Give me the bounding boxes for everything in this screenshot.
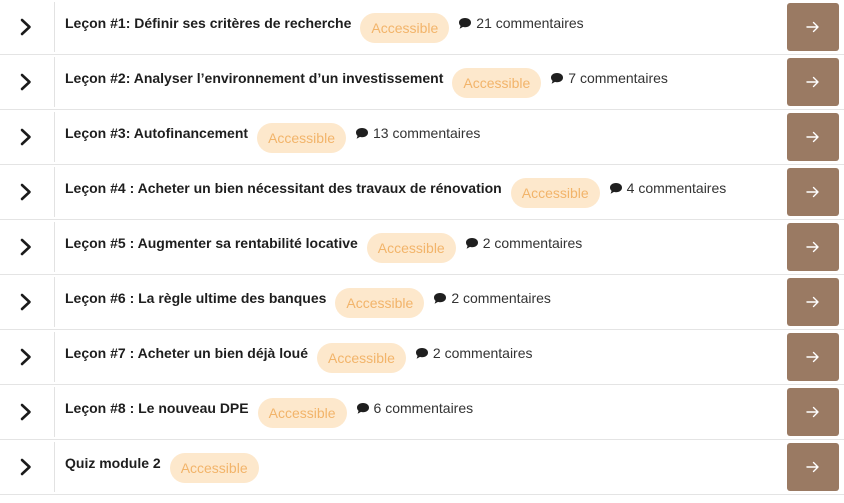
row-divider <box>54 277 55 327</box>
status-badge: Accessible <box>360 13 450 43</box>
comment-count[interactable]: 6 commentaires <box>356 400 474 416</box>
lesson-row: Leçon #1: Définir ses critères de recher… <box>0 0 844 55</box>
arrow-right-icon <box>806 21 819 33</box>
comment-count-label: 2 commentaires <box>432 345 533 361</box>
status-badge: Accessible <box>366 233 456 263</box>
comment-bubble-icon <box>356 402 369 414</box>
lesson-content: Quiz module 2 Accessible <box>65 440 780 494</box>
lesson-content: Leçon #3: Autofinancement Accessible 13 … <box>65 110 780 164</box>
comment-count[interactable]: 2 commentaires <box>465 235 583 251</box>
chevron-right-icon[interactable] <box>17 182 35 202</box>
comment-count[interactable]: 21 commentaires <box>458 15 584 31</box>
comment-count-label: 21 commentaires <box>476 15 584 31</box>
arrow-right-icon <box>806 406 819 418</box>
open-lesson-button[interactable] <box>787 278 839 326</box>
open-lesson-button[interactable] <box>787 388 839 436</box>
comment-bubble-icon <box>465 237 478 249</box>
chevron-right-icon[interactable] <box>17 457 35 477</box>
comment-count[interactable]: 4 commentaires <box>609 180 727 196</box>
comment-count-label: 4 commentaires <box>626 180 727 196</box>
comment-count[interactable]: 2 commentaires <box>433 290 551 306</box>
row-divider <box>54 167 55 217</box>
lesson-content: Leçon #5 : Augmenter sa rentabilité loca… <box>65 220 780 274</box>
status-badge: Accessible <box>316 343 406 373</box>
status-badge: Accessible <box>335 288 425 318</box>
lesson-title[interactable]: Leçon #1: Définir ses critères de recher… <box>65 15 351 31</box>
lesson-row: Leçon #8 : Le nouveau DPE Accessible 6 c… <box>0 385 844 440</box>
lesson-row: Leçon #7 : Acheter un bien déjà loué Acc… <box>0 330 844 385</box>
row-divider <box>54 387 55 437</box>
row-divider <box>54 222 55 272</box>
chevron-right-icon[interactable] <box>17 292 35 312</box>
arrow-right-icon <box>806 351 819 363</box>
chevron-right-icon[interactable] <box>17 402 35 422</box>
comment-count-label: 6 commentaires <box>373 400 474 416</box>
comment-bubble-icon <box>459 17 472 29</box>
lesson-title[interactable]: Quiz module 2 <box>65 455 161 471</box>
lesson-title[interactable]: Leçon #6 : La règle ultime des banques <box>65 290 326 306</box>
chevron-right-icon[interactable] <box>17 17 35 37</box>
status-badge: Accessible <box>510 178 600 208</box>
open-lesson-button[interactable] <box>787 113 839 161</box>
arrow-right-icon <box>806 461 819 473</box>
comment-count-label: 2 commentaires <box>482 235 583 251</box>
lesson-row: Quiz module 2 Accessible <box>0 440 844 495</box>
lesson-content: Leçon #2: Analyser l’environnement d’un … <box>65 55 780 109</box>
lesson-title[interactable]: Leçon #7 : Acheter un bien déjà loué <box>65 345 308 361</box>
lesson-content: Leçon #1: Définir ses critères de recher… <box>65 0 780 54</box>
open-lesson-button[interactable] <box>787 3 839 51</box>
lesson-row: Leçon #2: Analyser l’environnement d’un … <box>0 55 844 110</box>
chevron-right-icon[interactable] <box>17 72 35 92</box>
status-badge: Accessible <box>257 398 347 428</box>
lesson-title[interactable]: Leçon #3: Autofinancement <box>65 125 248 141</box>
comment-bubble-icon <box>551 72 564 84</box>
open-lesson-button[interactable] <box>787 58 839 106</box>
lesson-title[interactable]: Leçon #4 : Acheter un bien nécessitant d… <box>65 180 502 196</box>
lesson-row: Leçon #3: Autofinancement Accessible 13 … <box>0 110 844 165</box>
comment-count[interactable]: 13 commentaires <box>355 125 480 141</box>
arrow-right-icon <box>806 131 819 143</box>
open-lesson-button[interactable] <box>787 443 839 491</box>
row-divider <box>54 332 55 382</box>
chevron-right-icon[interactable] <box>17 127 35 147</box>
arrow-right-icon <box>806 241 819 253</box>
row-divider <box>54 442 55 492</box>
lesson-row: Leçon #6 : La règle ultime des banques A… <box>0 275 844 330</box>
row-divider <box>54 2 55 52</box>
status-badge: Accessible <box>169 453 259 483</box>
comment-count-label: 2 commentaires <box>451 290 551 306</box>
open-lesson-button[interactable] <box>787 223 839 271</box>
lesson-title[interactable]: Leçon #2: Analyser l’environnement d’un … <box>65 70 443 86</box>
open-lesson-button[interactable] <box>787 333 839 381</box>
lesson-list: Leçon #1: Définir ses critères de recher… <box>0 0 844 495</box>
chevron-right-icon[interactable] <box>17 237 35 257</box>
comment-bubble-icon <box>355 127 368 139</box>
lesson-row: Leçon #5 : Augmenter sa rentabilité loca… <box>0 220 844 275</box>
comment-bubble-icon <box>434 292 447 304</box>
lesson-content: Leçon #6 : La règle ultime des banques A… <box>65 275 780 329</box>
row-divider <box>54 112 55 162</box>
status-badge: Accessible <box>452 68 542 98</box>
lesson-title[interactable]: Leçon #5 : Augmenter sa rentabilité loca… <box>65 235 358 251</box>
comment-count-label: 7 commentaires <box>568 70 668 86</box>
lesson-content: Leçon #4 : Acheter un bien nécessitant d… <box>65 165 780 219</box>
arrow-right-icon <box>806 296 819 308</box>
arrow-right-icon <box>806 186 819 198</box>
chevron-right-icon[interactable] <box>17 347 35 367</box>
arrow-right-icon <box>806 76 819 88</box>
comment-count-label: 13 commentaires <box>372 125 481 141</box>
status-badge: Accessible <box>257 123 346 153</box>
lesson-content: Leçon #7 : Acheter un bien déjà loué Acc… <box>65 330 780 384</box>
comment-count[interactable]: 7 commentaires <box>550 70 668 86</box>
open-lesson-button[interactable] <box>787 168 839 216</box>
comment-count[interactable]: 2 commentaires <box>415 345 533 361</box>
comment-bubble-icon <box>609 182 622 194</box>
comment-bubble-icon <box>415 347 428 359</box>
lesson-title[interactable]: Leçon #8 : Le nouveau DPE <box>65 400 249 416</box>
lesson-content: Leçon #8 : Le nouveau DPE Accessible 6 c… <box>65 385 780 439</box>
row-divider <box>54 57 55 107</box>
lesson-row: Leçon #4 : Acheter un bien nécessitant d… <box>0 165 844 220</box>
